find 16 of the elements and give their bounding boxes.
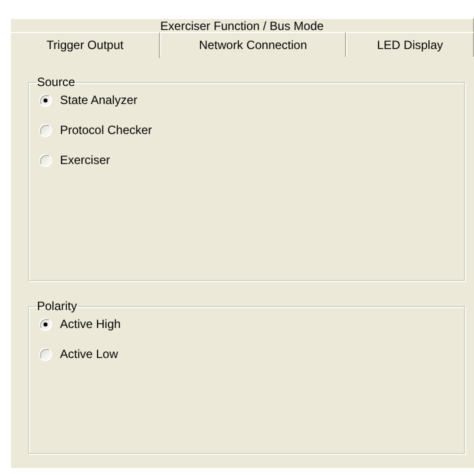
radio-label[interactable]: State Analyzer bbox=[60, 93, 138, 107]
tab[interactable]: Network Connection bbox=[160, 32, 346, 57]
radio-label[interactable]: Active High bbox=[60, 317, 121, 331]
radio-button[interactable] bbox=[39, 124, 52, 136]
radio-label[interactable]: Exerciser bbox=[60, 153, 110, 167]
radio-label[interactable]: Protocol Checker bbox=[60, 123, 152, 137]
group-title: Polarity bbox=[36, 299, 78, 313]
radio-button[interactable] bbox=[39, 154, 52, 166]
tab[interactable]: LED Display bbox=[346, 32, 474, 57]
group-title: Source bbox=[36, 75, 76, 89]
tab[interactable]: Trigger Output bbox=[10, 32, 160, 58]
radio-button[interactable] bbox=[39, 94, 52, 106]
radio-button[interactable] bbox=[39, 348, 52, 360]
tab[interactable]: Exerciser Function / Bus Mode bbox=[10, 18, 474, 32]
radio-label[interactable]: Active Low bbox=[60, 347, 118, 361]
radio-button[interactable] bbox=[39, 318, 52, 330]
